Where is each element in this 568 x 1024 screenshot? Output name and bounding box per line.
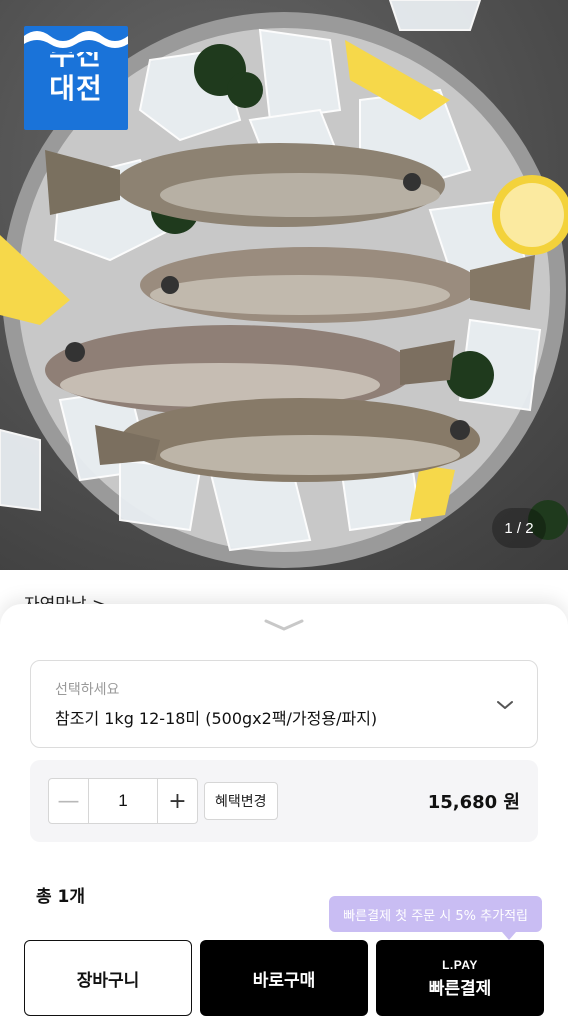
waves-icon [24, 31, 128, 52]
product-image[interactable]: 수산 대전 1 / 2 [0, 0, 568, 570]
chevron-down-icon[interactable] [262, 618, 306, 632]
promo-tooltip: 빠른결제 첫 주문 시 5% 추가적립 [329, 896, 542, 940]
quick-pay-label: 빠른결제 [428, 978, 492, 999]
item-price: 15,680 원 [427, 792, 520, 813]
brand-badge: 수산 대전 [24, 26, 128, 130]
buy-now-label: 바로구매 [252, 970, 316, 991]
increase-button[interactable]: + [157, 779, 197, 823]
action-buttons: 장바구니 바로구매 L.PAY 빠른결제 [24, 940, 544, 1016]
cart-label: 장바구니 [76, 970, 140, 991]
quantity-value[interactable]: 1 [89, 779, 157, 823]
quantity-stepper: — 1 + [48, 778, 198, 824]
add-to-cart-button[interactable]: 장바구니 [24, 940, 192, 1016]
dropdown-chevron-icon[interactable] [495, 695, 515, 715]
option-selected-value: 참조기 1kg 12-18미 (500gx2팩/가정용/파지) [55, 709, 378, 728]
benefit-change-button[interactable]: 혜택변경 [204, 782, 278, 820]
lpay-quick-pay-button[interactable]: L.PAY 빠른결제 [376, 940, 544, 1016]
lpay-brand-label: L.PAY [442, 957, 478, 972]
total-count: 총 1개 [36, 887, 86, 907]
image-pager: 1 / 2 [492, 508, 546, 548]
decrease-button[interactable]: — [49, 779, 89, 823]
purchase-bottom-sheet: 선택하세요 참조기 1kg 12-18미 (500gx2팩/가정용/파지) — … [0, 604, 568, 1024]
badge-text-line2: 대전 [49, 72, 103, 105]
option-placeholder: 선택하세요 [55, 682, 120, 698]
quantity-row: — 1 + 혜택변경 15,680 원 [30, 760, 538, 842]
option-select[interactable]: 선택하세요 참조기 1kg 12-18미 (500gx2팩/가정용/파지) [30, 660, 538, 748]
buy-now-button[interactable]: 바로구매 [200, 940, 368, 1016]
